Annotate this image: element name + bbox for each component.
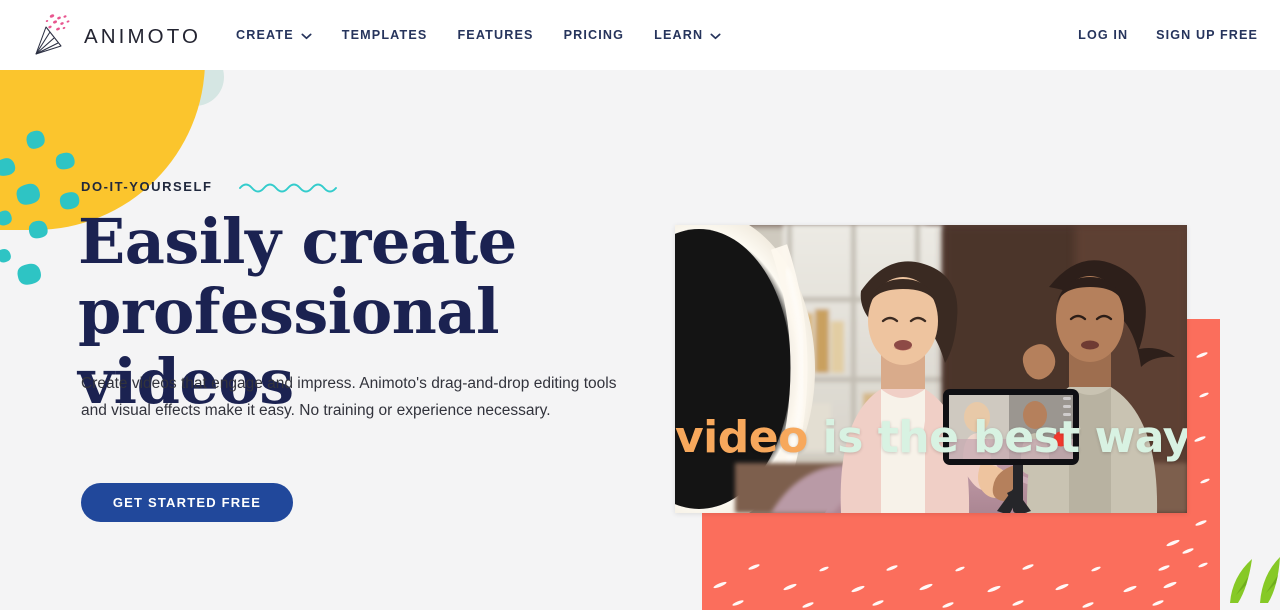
- hero-description: Create videos that engage and impress. A…: [81, 375, 617, 419]
- chevron-down-icon: [301, 31, 312, 42]
- headline-line-1: Easily create: [78, 205, 517, 278]
- decorative-green-leaves-icon: [1200, 543, 1280, 610]
- video-still-image: [675, 225, 1187, 513]
- hero-eyebrow: DO-IT-YOURSELF: [81, 179, 213, 194]
- chevron-down-icon: [710, 31, 721, 42]
- logo[interactable]: ANIMOTO: [30, 6, 201, 64]
- brand-name: ANIMOTO: [84, 25, 201, 48]
- nav-item-templates[interactable]: TEMPLATES: [342, 28, 428, 42]
- site-header: ANIMOTO CREATE TEMPLATES FEATURES PRICIN…: [0, 0, 1280, 70]
- signup-link[interactable]: SIGN UP FREE: [1156, 28, 1258, 42]
- video-caption-overlay: video is the best way: [675, 412, 1187, 463]
- nav-label-pricing: PRICING: [563, 28, 625, 42]
- caption-highlight: video: [675, 412, 823, 463]
- auth-links: LOG IN SIGN UP FREE: [1078, 0, 1258, 70]
- get-started-free-button[interactable]: GET STARTED FREE: [81, 483, 293, 522]
- nav-label-create: CREATE: [236, 28, 294, 42]
- hero-video-thumbnail[interactable]: video is the best way: [675, 225, 1187, 513]
- nav-item-learn[interactable]: LEARN: [654, 28, 721, 42]
- nav-item-pricing[interactable]: PRICING: [564, 28, 625, 42]
- nav-label-features: FEATURES: [457, 28, 534, 42]
- nav-item-create[interactable]: CREATE: [236, 28, 312, 42]
- nav-item-features[interactable]: FEATURES: [457, 28, 533, 42]
- nav-label-learn: LEARN: [654, 28, 704, 42]
- nav-label-templates: TEMPLATES: [341, 28, 428, 42]
- hero-media: video is the best way: [675, 225, 1220, 610]
- login-link[interactable]: LOG IN: [1078, 28, 1128, 42]
- hero-section: DO-IT-YOURSELF Easily create professiona…: [0, 70, 1280, 610]
- caption-rest: is the best way: [822, 412, 1187, 463]
- decorative-squiggle-icon: [238, 180, 346, 199]
- main-nav: CREATE TEMPLATES FEATURES PRICING LEARN: [236, 0, 721, 70]
- animoto-fan-logo-icon: [30, 12, 76, 58]
